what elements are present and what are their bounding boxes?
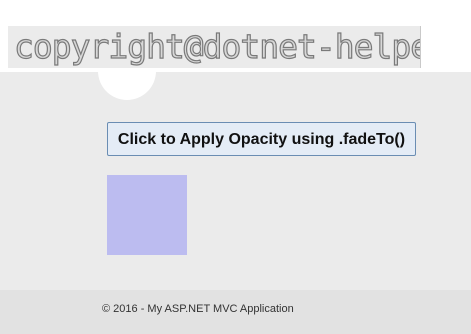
watermark-banner: copyright@dotnet-helpers.com [8,26,421,68]
fade-target-box [107,175,187,255]
footer: © 2016 - My ASP.NET MVC Application [0,290,471,334]
footer-copyright: © 2016 - My ASP.NET MVC Application [102,303,294,315]
watermark-text: copyright@dotnet-helpers.com [13,26,420,66]
apply-opacity-button[interactable]: Click to Apply Opacity using .fadeTo() [107,122,416,156]
